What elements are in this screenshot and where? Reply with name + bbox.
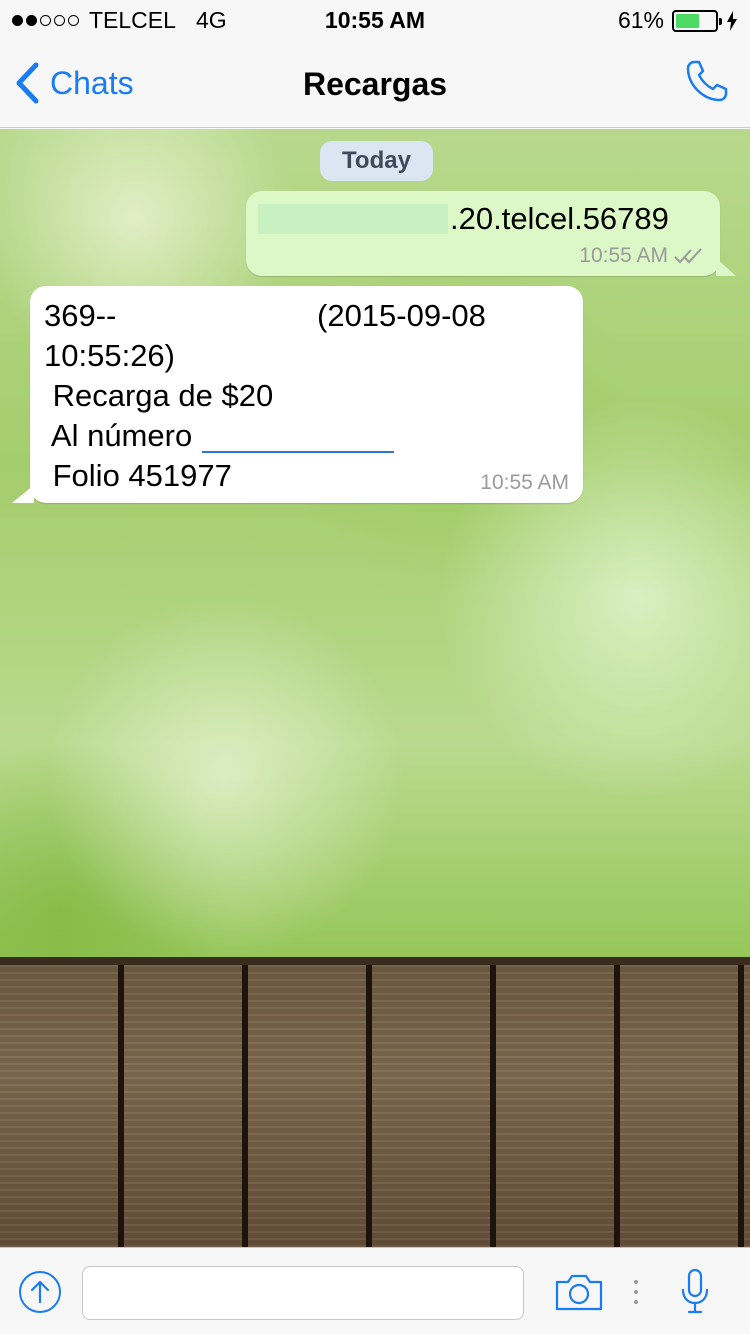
- message-text: .20.telcel.56789: [450, 201, 669, 236]
- message-input[interactable]: [82, 1266, 524, 1320]
- redacted-text: [258, 204, 448, 234]
- wallpaper-floor-edge: [0, 957, 750, 965]
- divider-dots: [632, 1278, 640, 1311]
- message-line: 10:55:26): [44, 338, 175, 373]
- outgoing-message-bubble[interactable]: .20.telcel.56789 10:55 AM: [246, 191, 736, 276]
- message-line-text: (2015-09-08: [317, 298, 486, 333]
- message-line: Folio 451977: [44, 458, 232, 493]
- message-line: 369-- (2015-09-08: [44, 296, 486, 336]
- charging-bolt-icon: [727, 10, 737, 31]
- status-bar: TELCEL 4G 10:55 AM 61%: [0, 0, 750, 40]
- status-right: 61%: [618, 7, 738, 34]
- message-line-text: Al número: [44, 418, 193, 453]
- call-button[interactable]: [684, 58, 730, 109]
- message-line: Al número: [44, 416, 486, 456]
- message-time: 10:55 AM: [579, 244, 668, 267]
- share-button[interactable]: [18, 1270, 62, 1319]
- message-meta: 10:55 AM: [579, 244, 706, 268]
- chat-title[interactable]: Recargas: [0, 66, 750, 103]
- input-bar: [0, 1247, 750, 1334]
- camera-icon: [555, 1274, 603, 1311]
- message-time: 10:55 AM: [480, 471, 569, 494]
- camera-button[interactable]: [554, 1272, 604, 1317]
- battery-level: [676, 13, 700, 28]
- wallpaper-wood-floor: [0, 957, 750, 1247]
- microphone-button[interactable]: [680, 1268, 710, 1321]
- navigation-bar: Chats Recargas: [0, 40, 750, 128]
- phone-number-link[interactable]: [202, 423, 395, 453]
- message-meta: 10:55 AM: [480, 471, 569, 495]
- date-divider: Today: [320, 141, 433, 181]
- share-icon: [19, 1271, 61, 1313]
- chat-area[interactable]: Today .20.telcel.56789 10:55 AM 369-- (2…: [0, 129, 750, 1247]
- microphone-icon: [681, 1268, 709, 1314]
- battery-icon: [672, 9, 722, 32]
- double-check-icon: [674, 248, 702, 264]
- incoming-message-bubble[interactable]: 369-- (2015-09-08 10:55:26) Recarga de $…: [12, 286, 583, 503]
- message-text: 369-- (2015-09-08 10:55:26) Recarga de $…: [44, 296, 486, 496]
- message-line: Recarga de $20: [44, 378, 274, 413]
- phone-icon: [686, 60, 728, 102]
- battery-percent: 61%: [617, 7, 664, 33]
- redacted-text: [116, 303, 309, 332]
- message-line-text: 369--: [44, 298, 117, 333]
